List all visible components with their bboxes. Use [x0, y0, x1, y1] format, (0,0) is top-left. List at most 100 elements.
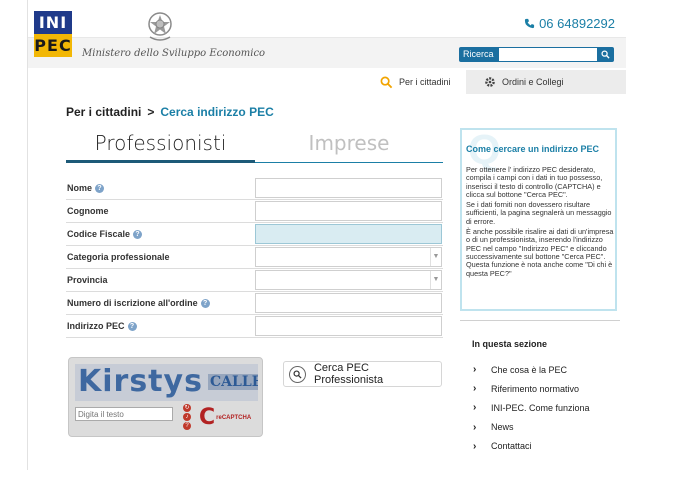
phone-contact[interactable]: 06 64892292 — [524, 16, 615, 31]
recaptcha-logo: C reCAPTCHA — [199, 406, 254, 430]
field-label: Categoria professionale — [67, 252, 170, 262]
gear-icon — [485, 77, 495, 87]
search-pec-button[interactable]: Cerca PEC Professionista — [283, 361, 442, 387]
section-link[interactable]: › Contattaci — [473, 437, 590, 456]
label-text: Cognome — [67, 206, 109, 216]
refresh-icon[interactable]: ↻ — [183, 404, 191, 412]
nav-citizens[interactable]: Per i cittadini — [368, 70, 466, 94]
search-icon — [601, 50, 610, 59]
provincia-select[interactable]: ▼ — [255, 270, 442, 290]
chevron-right-icon: › — [473, 402, 477, 414]
italian-emblem-icon — [148, 12, 172, 41]
form-row-categoria: Categoria professionale ▼ — [66, 246, 443, 269]
info-paragraph: Per ottenere l' indirizzo PEC desiderato… — [466, 165, 603, 199]
tab-companies[interactable]: Imprese — [255, 131, 443, 163]
recaptcha-text: reCAPTCHA — [216, 415, 252, 421]
field-label: Indirizzo PEC? — [67, 321, 137, 331]
audio-icon[interactable]: ♪ — [183, 413, 191, 421]
cognome-input[interactable] — [255, 201, 442, 221]
label-text: Codice Fiscale — [67, 229, 131, 239]
section-link-label: Che cosa è la PEC — [491, 364, 568, 375]
help-icon[interactable]: ? — [95, 183, 105, 193]
chevron-down-icon: ▼ — [430, 248, 441, 266]
field-label: Cognome — [67, 206, 109, 216]
nav-citizens-label: Per i cittadini — [399, 77, 451, 87]
logo-pec: PEC — [34, 34, 72, 57]
nav-orders[interactable]: Ordini e Collegi — [466, 70, 626, 94]
label-text: Nome — [67, 183, 93, 193]
breadcrumb-separator: > — [147, 105, 155, 119]
ini-pec-logo[interactable]: INI PEC — [34, 11, 72, 57]
captcha-controls: ↻ ♪ ? — [182, 404, 192, 434]
page-frame: INI PEC Ministero dello Sviluppo Economi… — [27, 0, 627, 470]
captcha-word-1: Kirstys — [78, 364, 203, 399]
breadcrumb-parent[interactable]: Per i cittadini — [66, 105, 141, 119]
section-link[interactable]: › INI-PEC. Come funziona — [473, 398, 590, 417]
help-icon[interactable]: ? — [200, 298, 210, 308]
chevron-right-icon: › — [473, 421, 477, 433]
info-text: Per ottenere l' indirizzo PEC desiderato… — [466, 165, 614, 280]
section-link[interactable]: › News — [473, 418, 590, 437]
field-label: Codice Fiscale? — [67, 229, 143, 239]
captcha-widget: Kirstys CALLE ↻ ♪ ? C reCAPTCHA — [68, 357, 263, 437]
recaptcha-letter: C — [199, 405, 216, 430]
info-paragraph: Se i dati forniti non dovessero risultar… — [466, 200, 612, 226]
chevron-right-icon: › — [473, 364, 477, 376]
search-form: Nome? Cognome Codice Fiscale? Categoria … — [66, 177, 443, 338]
label-text: Indirizzo PEC — [67, 321, 125, 331]
phone-number: 06 64892292 — [539, 16, 615, 31]
chevron-down-icon: ▼ — [430, 271, 441, 289]
section-link[interactable]: › Riferimento normativo — [473, 379, 590, 398]
search-input[interactable] — [497, 47, 598, 62]
form-row-provincia: Provincia ▼ — [66, 269, 443, 292]
section-title: In questa sezione — [472, 339, 548, 349]
indirizzo-pec-input[interactable] — [255, 316, 442, 336]
ministry-name: Ministero dello Sviluppo Economico — [82, 48, 266, 59]
help-icon[interactable]: ? — [133, 229, 143, 239]
phone-icon — [524, 18, 535, 29]
form-row-cognome: Cognome — [66, 200, 443, 223]
chevron-right-icon: › — [473, 440, 477, 452]
info-paragraph: È anche possibile risalire ai dati di un… — [466, 227, 614, 278]
nav-orders-label: Ordini e Collegi — [502, 77, 564, 87]
logo-ini: INI — [34, 11, 72, 34]
search-label: Ricerca — [459, 47, 498, 62]
section-link-label: Riferimento normativo — [491, 383, 580, 394]
label-text: Provincia — [67, 275, 108, 285]
tab-professionals[interactable]: Professionisti — [66, 131, 255, 163]
search-button[interactable] — [597, 47, 614, 62]
categoria-select[interactable]: ▼ — [255, 247, 442, 267]
codice-fiscale-input[interactable] — [255, 224, 442, 244]
captcha-word-2: CALLE — [208, 374, 258, 390]
captcha-image: Kirstys CALLE — [75, 364, 258, 401]
info-box: Q Come cercare un indirizzo PEC Per otte… — [460, 128, 617, 311]
numero-iscrizione-input[interactable] — [255, 293, 442, 313]
form-row-codice-fiscale: Codice Fiscale? — [66, 223, 443, 246]
site-search: Ricerca — [459, 47, 614, 62]
help-icon[interactable]: ? — [127, 321, 137, 331]
label-text: Categoria professionale — [67, 252, 170, 262]
search-icon — [380, 76, 393, 88]
field-label: Nome? — [67, 183, 105, 193]
search-icon — [289, 365, 306, 383]
field-label: Numero di iscrizione all'ordine? — [67, 298, 210, 308]
form-row-nome: Nome? — [66, 177, 443, 200]
captcha-input[interactable] — [75, 407, 173, 421]
main-nav: Per i cittadini Ordini e Collegi — [368, 70, 626, 94]
nome-input[interactable] — [255, 178, 442, 198]
form-row-numero-iscrizione: Numero di iscrizione all'ordine? — [66, 292, 443, 315]
help-icon[interactable]: ? — [183, 422, 191, 430]
form-row-indirizzo-pec: Indirizzo PEC? — [66, 315, 443, 338]
label-text: Numero di iscrizione all'ordine — [67, 298, 198, 308]
section-link-label: INI-PEC. Come funziona — [491, 402, 590, 413]
section-link-label: Contattaci — [491, 441, 532, 452]
section-links: › Che cosa è la PEC › Riferimento normativ… — [473, 360, 590, 456]
search-pec-label: Cerca PEC Professionista — [313, 362, 384, 386]
info-title: Come cercare un indirizzo PEC — [466, 144, 600, 154]
breadcrumb: Per i cittadini > Cerca indirizzo PEC — [66, 105, 274, 119]
section-link[interactable]: › Che cosa è la PEC — [473, 360, 590, 379]
breadcrumb-current: Cerca indirizzo PEC — [160, 105, 274, 119]
section-divider — [460, 320, 620, 321]
section-link-label: News — [491, 422, 514, 433]
field-label: Provincia — [67, 275, 108, 285]
